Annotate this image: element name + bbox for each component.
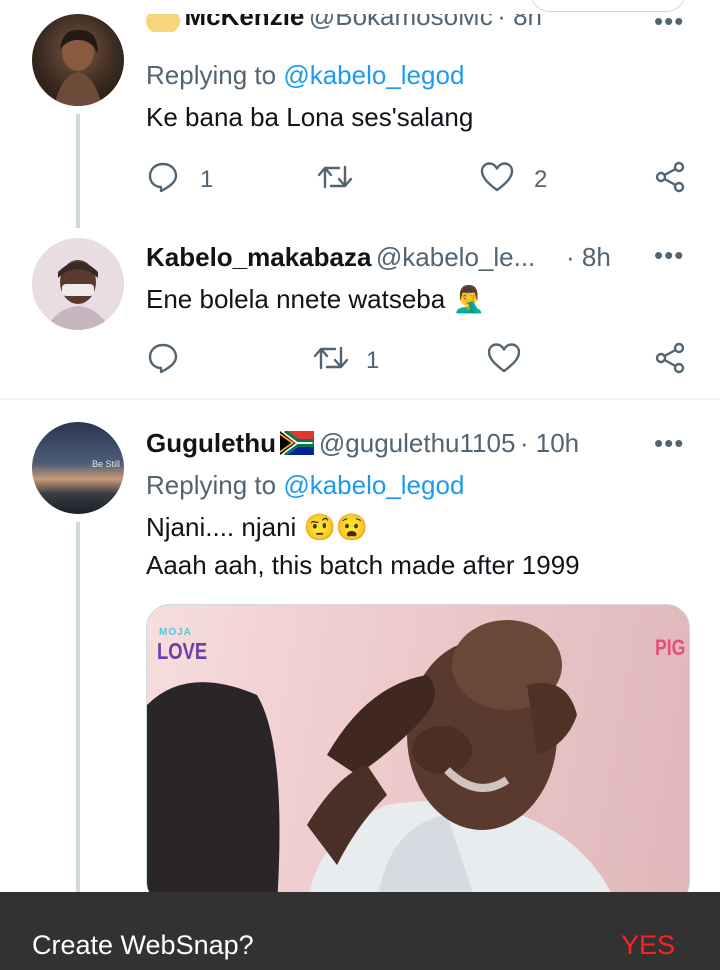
more-icon[interactable]: ••• (654, 14, 684, 32)
retweet-icon[interactable] (313, 342, 349, 374)
more-icon[interactable]: ••• (654, 428, 684, 459)
tweet-header: Gugulethu @gugulethu1105 · 10h (146, 428, 579, 459)
timestamp[interactable]: · 8h (497, 14, 542, 31)
tweet-header: McKenzie @BokamosoMc · 8h (146, 14, 706, 32)
media-photo (147, 620, 617, 905)
tweet-header: Kabelo_makabaza @kabelo_le... (146, 242, 535, 273)
retweet-icon[interactable] (317, 161, 353, 193)
emoji-badge-icon (146, 14, 180, 32)
websnap-snackbar: Create WebSnap? YES (0, 892, 720, 970)
reply-icon[interactable] (147, 161, 179, 193)
avatar-image (54, 29, 102, 106)
tweet-text: Ene bolela nnete watseba 🤦‍♂️ (146, 284, 485, 315)
tweet-2[interactable]: Kabelo_makabaza @kabelo_le... · 8h ••• E… (0, 230, 720, 400)
display-name[interactable]: Kabelo_makabaza (146, 242, 371, 272)
avatar[interactable] (32, 238, 124, 330)
share-icon[interactable] (654, 161, 686, 193)
handle[interactable]: @gugulethu1105 (319, 428, 516, 458)
replying-to: Replying to @kabelo_legod (146, 470, 464, 501)
thread-line (76, 522, 80, 892)
retweet-count: 1 (366, 347, 380, 374)
mention-link[interactable]: @kabelo_legod (283, 60, 464, 90)
tweet-text: Njani.... njani 🤨😧 (146, 512, 368, 543)
reply-count: 1 (200, 166, 214, 193)
reply-icon[interactable] (147, 342, 179, 374)
snackbar-message: Create WebSnap? (32, 930, 254, 960)
tweet-text-line-2: Aaah aah, this batch made after 1999 (146, 550, 580, 580)
handle[interactable]: @kabelo_le... (376, 242, 535, 272)
face-emojis: 🤨😧 (303, 512, 369, 542)
snackbar-yes-button[interactable]: YES (621, 930, 675, 961)
avatar[interactable] (32, 14, 124, 106)
tweet-media-image[interactable]: MOJA LOVE PIG (146, 604, 690, 906)
tweet-text-line: Ene bolela nnete watseba (146, 284, 446, 314)
mention-link[interactable]: @kabelo_legod (283, 470, 464, 500)
avatar[interactable]: Be Still (32, 422, 124, 514)
tweet-text-line: Njani.... njani (146, 512, 297, 542)
replying-label: Replying to (146, 60, 277, 90)
display-name[interactable]: Gugulethu (146, 428, 276, 458)
facepalm-emoji: 🤦‍♂️ (452, 284, 485, 314)
heart-icon[interactable] (480, 161, 514, 193)
more-icon[interactable]: ••• (654, 240, 684, 271)
replying-to: Replying to @kabelo_legod (146, 60, 464, 91)
thread-line (76, 114, 80, 228)
timestamp[interactable]: · 10h (520, 428, 579, 458)
handle[interactable]: @BokamosoMc (309, 14, 493, 31)
like-count: 2 (534, 166, 548, 193)
heart-icon[interactable] (487, 342, 521, 374)
tweet-text: Ke bana ba Lona ses'salang (146, 102, 474, 132)
share-icon[interactable] (654, 342, 686, 374)
tweet-1[interactable]: McKenzie @BokamosoMc · 8h ••• Replying t… (0, 0, 720, 230)
replying-label: Replying to (146, 470, 277, 500)
south-africa-flag-icon (280, 429, 316, 457)
avatar-image (32, 238, 124, 330)
display-name[interactable]: McKenzie (184, 14, 304, 31)
avatar-caption: Be Still (92, 459, 121, 469)
timestamp[interactable]: · 8h (566, 242, 611, 273)
